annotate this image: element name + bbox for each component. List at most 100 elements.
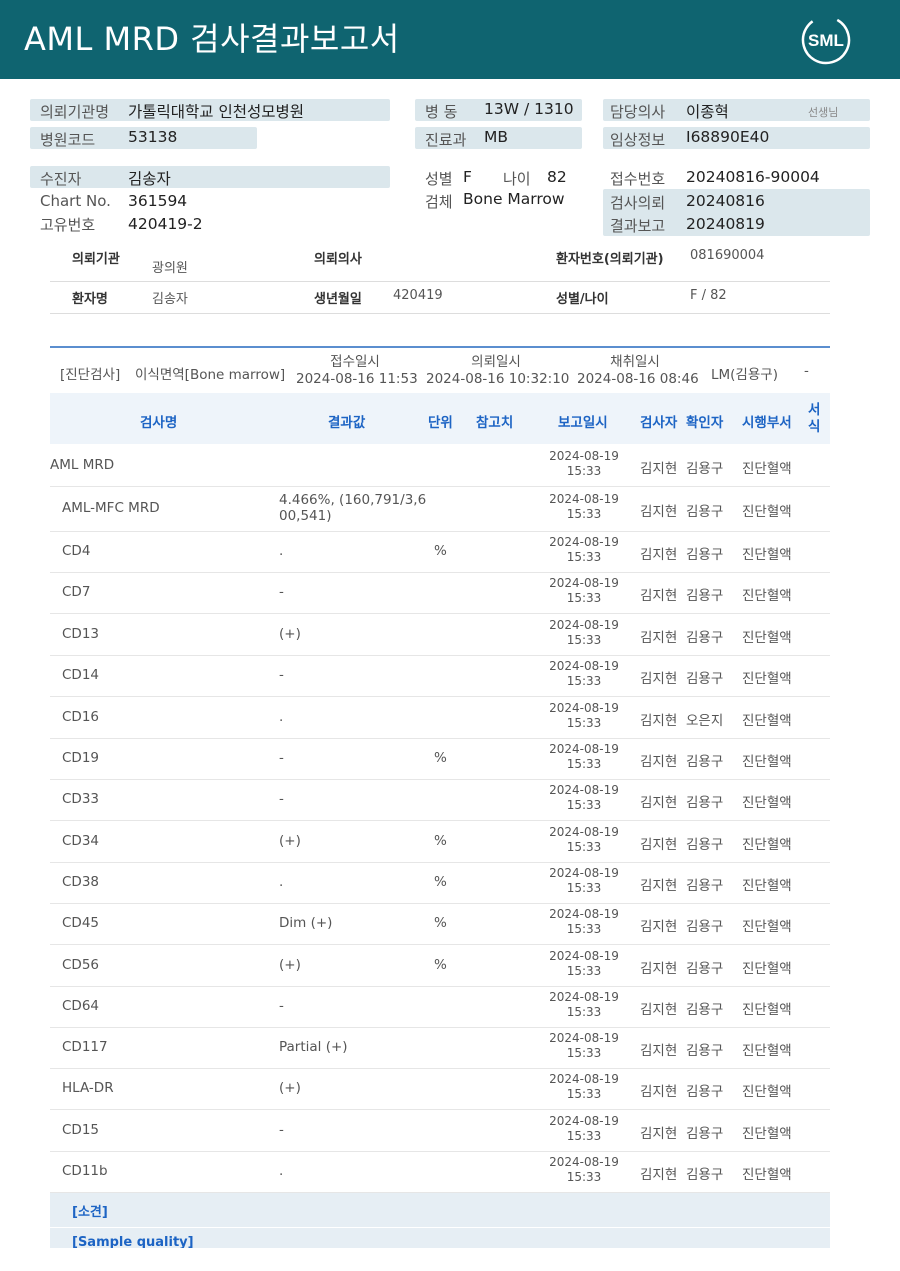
specimen-row: [진단검사] 이식면역[Bone marrow] 접수일시 2024-08-16… [50,350,830,392]
cell-result: . [279,874,284,890]
cell-name: HLA-DR [62,1080,114,1096]
cell-checker: 김용구 [686,837,724,853]
cell-name: CD16 [62,709,99,725]
cell-checker: 김용구 [686,671,724,687]
report-title: AML MRD 검사결과보고서 [24,20,400,58]
pt-sexage-value: F / 82 [690,288,727,303]
cell-tester: 김지현 [640,961,678,977]
cell-result: Dim (+) [279,915,333,931]
cell-date: 2024-08-19 [549,1155,619,1169]
table-row: CD7 - 2024-08-19 15:33 김지현 김용구 진단혈액 [50,573,830,614]
age-label: 나이 [503,170,531,188]
receipt-no-label: 접수번호 [610,170,666,188]
sex-value: F [463,168,472,186]
sample-quality-heading: [Sample quality] [72,1235,194,1248]
table-row: CD11b. 2024-08-19 15:33 김지현 김용구 진단혈액 [50,1152,830,1193]
cell-tester: 김지현 [640,588,678,604]
cell-time: 15:33 [566,674,602,688]
cell-date: 2024-08-19 [549,535,619,549]
th-tester: 검사자 [640,415,678,431]
cell-time: 15:33 [566,922,602,936]
cell-dept: 진단혈액 [742,1167,792,1183]
spec-receipt-value: 2024-08-16 11:53 [296,371,418,387]
cell-time: 15:33 [566,798,602,812]
sample-quality-section: [Sample quality] [50,1228,830,1248]
cell-dept: 진단혈액 [742,504,792,520]
cell-checker: 김용구 [686,547,724,563]
cell-result: 4.466%, (160,791/3,6 [279,492,427,508]
cell-checker: 김용구 [686,1002,724,1018]
cell-name: CD13 [62,626,99,642]
cell-time: 15:33 [566,1046,602,1060]
cell-dept: 진단혈액 [742,754,792,770]
cell-tester: 김지현 [640,1126,678,1142]
cell-tester: 김지현 [640,754,678,770]
cell-result-cont: 00,541) [279,508,332,524]
cell-tester: 김지현 [640,878,678,894]
cell-checker: 김용구 [686,878,724,894]
cell-date: 2024-08-19 [549,1114,619,1128]
table-row: CD38.% 2024-08-19 15:33 김지현 김용구 진단혈액 [50,863,830,904]
sml-logo: SML [801,15,851,65]
th-result: 결과값 [328,415,366,431]
cell-dept: 진단혈액 [742,961,792,977]
report-header: AML MRD 검사결과보고서 SML [0,0,900,79]
cell-result: Partial (+) [279,1039,348,1055]
cell-dept: 진단혈액 [742,1043,792,1059]
cell-dept: 진단혈액 [742,878,792,894]
cell-tester: 김지현 [640,1002,678,1018]
patient-label: 수진자 [40,170,82,188]
cell-checker: 김용구 [686,588,724,604]
specimen-value: Bone Marrow [463,190,565,208]
cell-time: 15:33 [566,1129,602,1143]
cell-name: CD33 [62,791,99,807]
table-row: CD14 - 2024-08-19 15:33 김지현 김용구 진단혈액 [50,656,830,697]
cell-checker: 김용구 [686,795,724,811]
table-row: AML-MFC MRD 4.466%, (160,791/3,6 00,541) 20… [50,487,830,532]
cell-dept: 진단혈액 [742,919,792,935]
th-date: 보고일시 [558,415,608,431]
cell-time: 15:33 [566,757,602,771]
cell-result: - [279,998,284,1014]
cell-date: 2024-08-19 [549,659,619,673]
cell-checker: 김용구 [686,1084,724,1100]
doctor-suffix: 선생님 [808,106,839,119]
ward-label: 병 동 [425,103,458,121]
cell-time: 15:33 [566,964,602,978]
table-row: HLA-DR (+) 2024-08-19 15:33 김지현 김용구 진단혈액 [50,1069,830,1110]
pt-birth-value: 420419 [393,288,443,303]
cell-time: 15:33 [566,464,602,478]
cell-result: (+) [279,957,301,973]
cell-time: 15:33 [566,840,602,854]
cell-name: CD11b [62,1163,108,1179]
cell-result: - [279,667,284,683]
cell-date: 2024-08-19 [549,618,619,632]
cell-checker: 김용구 [686,961,724,977]
cell-date: 2024-08-19 [549,825,619,839]
cell-result: . [279,709,284,725]
cell-tester: 김지현 [640,1167,678,1183]
cell-unit: % [434,543,447,559]
cell-date: 2024-08-19 [549,990,619,1004]
cell-time: 15:33 [566,507,602,521]
cell-date: 2024-08-19 [549,1031,619,1045]
th-dept: 시행부서 [742,415,792,431]
specimen-label: 검체 [425,193,453,211]
test-request-label: 검사의뢰 [610,194,666,212]
cell-dept: 진단혈액 [742,547,792,563]
th-ref: 참고치 [476,415,514,431]
cell-name: CD34 [62,833,99,849]
cell-tester: 김지현 [640,547,678,563]
table-row: CD33 - 2024-08-19 15:33 김지현 김용구 진단혈액 [50,780,830,821]
clinical-info-label: 임상정보 [610,131,666,149]
cell-tester: 김지현 [640,504,678,520]
cell-date: 2024-08-19 [549,1072,619,1086]
cell-time: 15:33 [566,881,602,895]
cell-checker: 김용구 [686,1167,724,1183]
cell-result: - [279,1122,284,1138]
unique-no-value: 420419-2 [128,215,203,233]
cell-result: (+) [279,1080,301,1096]
cell-unit: % [434,915,447,931]
cell-result: - [279,750,284,766]
cell-date: 2024-08-19 [549,701,619,715]
